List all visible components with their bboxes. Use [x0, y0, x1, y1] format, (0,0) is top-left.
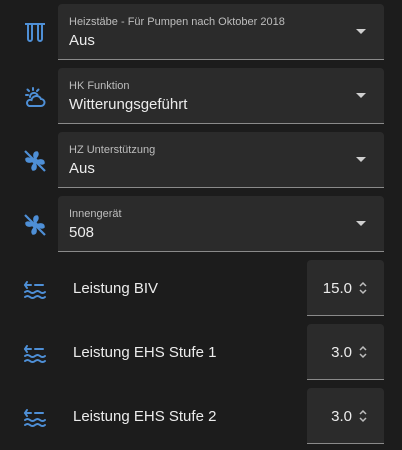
weather-sun-cloud-icon [22, 85, 48, 111]
ehs-stufe-2-input[interactable]: 3.0 [307, 388, 384, 444]
caret-down-icon[interactable] [356, 221, 366, 226]
heizstaebe-select[interactable]: Heizstäbe - Für Pumpen nach Oktober 2018… [58, 4, 384, 60]
spinner-icon[interactable] [358, 409, 368, 423]
select-row-hz-unterstuetzung: HZ Unterstützung Aus [0, 128, 402, 192]
select-label: Heizstäbe - Für Pumpen nach Oktober 2018 [69, 16, 285, 28]
number-value: 3.0 [331, 344, 352, 361]
caret-down-icon[interactable] [356, 93, 366, 98]
fan-off-icon [22, 212, 48, 238]
water-heat-icon [22, 405, 48, 431]
caret-down-icon[interactable] [356, 29, 366, 34]
fan-off-icon [22, 148, 48, 174]
number-row-ehs-stufe-2: Leistung EHS Stufe 2 3.0 [0, 384, 402, 448]
select-row-hk-funktion: HK Funktion Witterungsgeführt [0, 64, 402, 128]
hz-unterstuetzung-select[interactable]: HZ Unterstützung Aus [58, 132, 384, 188]
caret-down-icon[interactable] [356, 157, 366, 162]
number-value: 15.0 [322, 280, 352, 297]
select-value: Aus [69, 160, 95, 177]
number-row-ehs-stufe-1: Leistung EHS Stufe 1 3.0 [0, 320, 402, 384]
innengeraet-select[interactable]: Innengerät 508 [58, 196, 384, 252]
water-heat-icon [22, 277, 48, 303]
number-label: Leistung BIV [73, 280, 159, 297]
water-heat-icon [22, 341, 48, 367]
spinner-icon[interactable] [358, 345, 368, 359]
select-value: Witterungsgeführt [69, 96, 188, 113]
number-label: Leistung EHS Stufe 2 [73, 408, 217, 425]
hk-funktion-select[interactable]: HK Funktion Witterungsgeführt [58, 68, 384, 124]
select-value: 508 [69, 224, 95, 241]
select-label: HZ Unterstützung [69, 144, 156, 156]
select-label: Innengerät [69, 208, 122, 220]
select-value: Aus [69, 32, 95, 49]
select-row-heizstaebe: Heizstäbe - Für Pumpen nach Oktober 2018… [0, 0, 402, 64]
heating-rods-icon [22, 20, 48, 46]
number-value: 3.0 [331, 408, 352, 425]
leistung-biv-input[interactable]: 15.0 [307, 260, 384, 316]
number-label: Leistung EHS Stufe 1 [73, 344, 217, 361]
number-row-leistung-biv: Leistung BIV 15.0 [0, 256, 402, 320]
spinner-icon[interactable] [358, 281, 368, 295]
ehs-stufe-1-input[interactable]: 3.0 [307, 324, 384, 380]
select-row-innengeraet: Innengerät 508 [0, 192, 402, 256]
select-label: HK Funktion [69, 80, 130, 92]
